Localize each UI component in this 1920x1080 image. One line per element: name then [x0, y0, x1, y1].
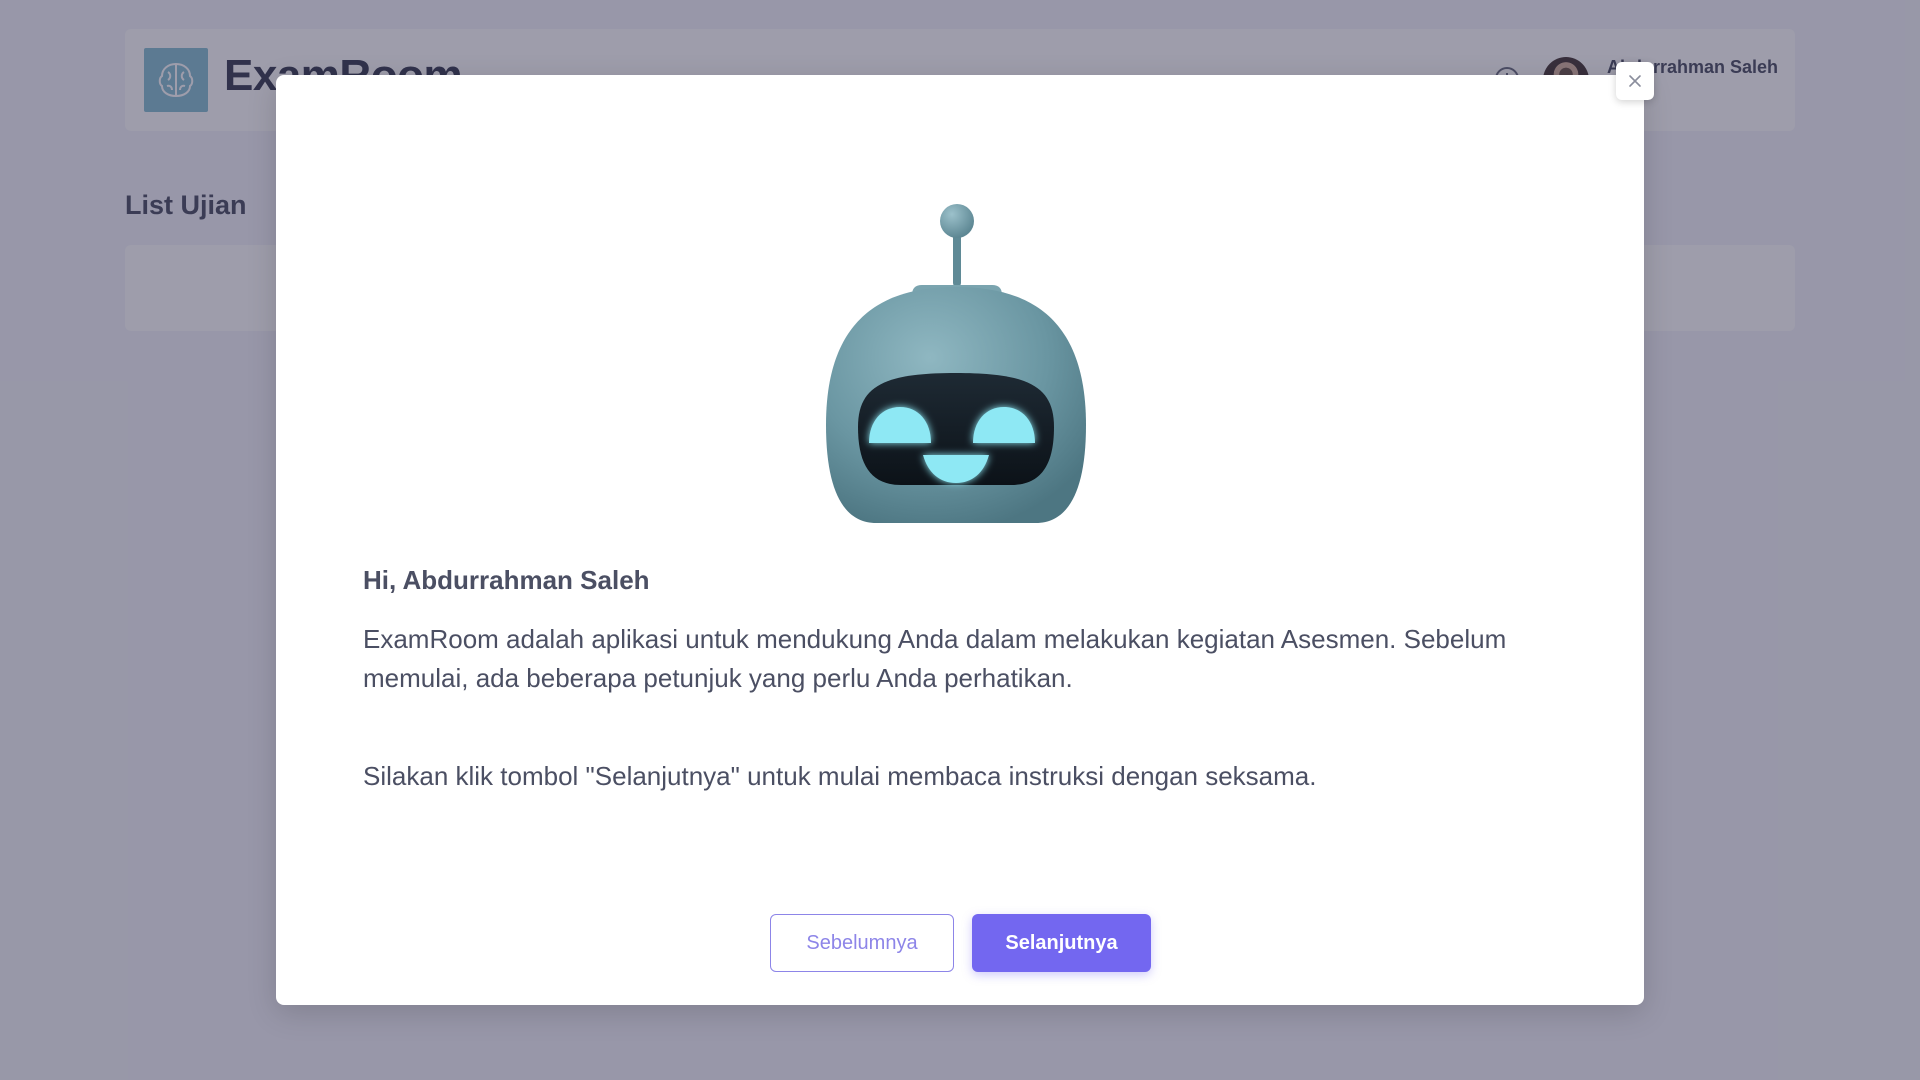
greeting-heading: Hi, Abdurrahman Saleh	[363, 565, 650, 595]
previous-button[interactable]: Sebelumnya	[770, 914, 954, 972]
instruction-text: Silakan klik tombol "Selanjutnya" untuk …	[363, 761, 1317, 791]
next-button[interactable]: Selanjutnya	[972, 914, 1151, 972]
close-icon	[1629, 75, 1641, 87]
robot-icon	[806, 195, 1106, 525]
welcome-modal: Hi, Abdurrahman Saleh ExamRoom adalah ap…	[276, 75, 1644, 1005]
intro-text: ExamRoom adalah aplikasi untuk mendukung…	[363, 624, 1507, 693]
close-button[interactable]	[1616, 62, 1654, 100]
